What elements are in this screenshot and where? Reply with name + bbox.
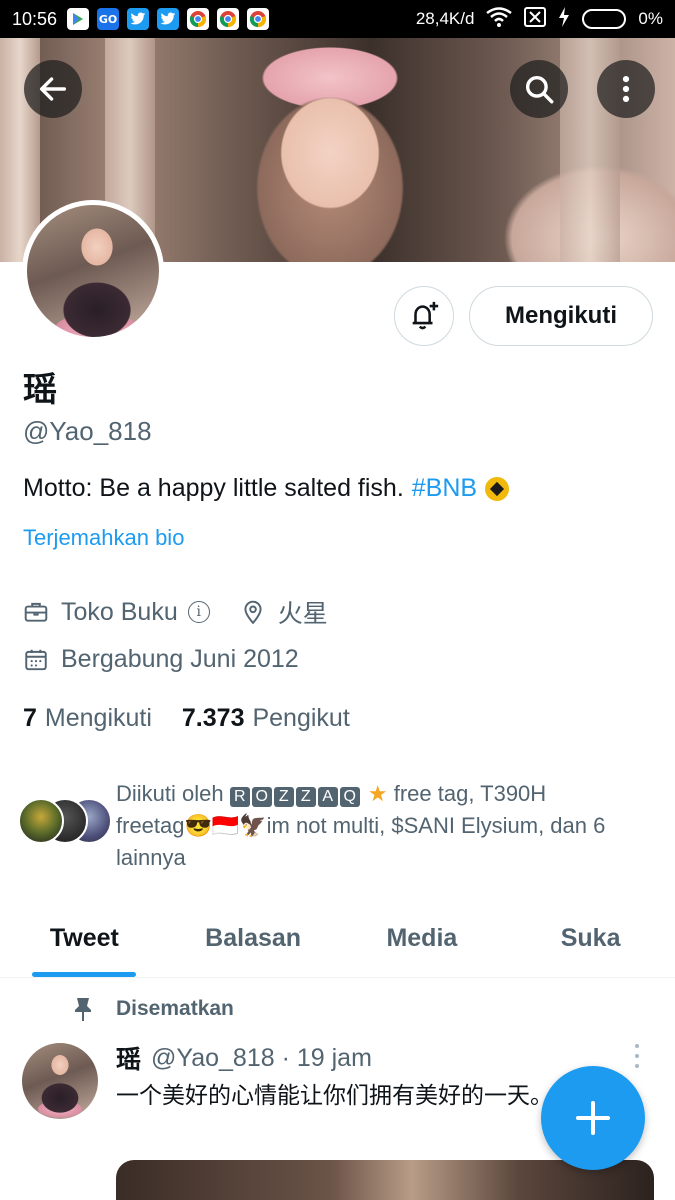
location-pin-icon	[244, 600, 262, 625]
profile-category: Toko Buku	[61, 597, 178, 626]
followed-by-names-3: lainnya	[116, 845, 186, 870]
tweet-header: 瑶 @Yao_818 · 19 jam	[116, 1040, 372, 1076]
tab-replies[interactable]: Balasan	[169, 900, 338, 977]
calendar-icon	[25, 649, 47, 670]
pin-icon	[75, 998, 91, 1021]
followed-by-prefix: Diikuti oleh	[116, 781, 224, 806]
profile-joined-date: Bergabung Juni 2012	[61, 645, 299, 673]
bnb-coin-icon	[485, 476, 510, 501]
twitter-icon	[157, 8, 180, 30]
notification-bell-button[interactable]	[394, 286, 454, 346]
translate-bio-link[interactable]: Terjemahkan bio	[23, 525, 184, 551]
profile-category-row: Toko Buku i 火星	[23, 594, 328, 630]
briefcase-icon	[24, 602, 48, 622]
twitter-icon	[127, 8, 150, 30]
following-button[interactable]: Mengikuti	[469, 286, 653, 346]
boxed-letter: R	[229, 787, 250, 807]
search-icon	[525, 75, 554, 104]
profile-location: 火星	[277, 600, 328, 628]
tweet-text: 一个美好的心情能让你们拥有美好的一天。	[116, 1083, 553, 1109]
tweet-author-meta: @Yao_818 · 19 jam	[151, 1043, 372, 1072]
more-vertical-icon	[622, 75, 630, 103]
followed-by-text: Diikuti oleh ROZZAQ ★ free tag, T390H fr…	[116, 778, 605, 874]
followed-by-names-2: freetag😎🇮🇩🦅im not multi, $SANI Elysium, …	[116, 813, 606, 838]
tab-tweet[interactable]: Tweet	[0, 900, 169, 977]
follow-counts: 7 Mengikuti 7.373 Pengikut	[23, 704, 350, 733]
pinned-label: Disematkan	[116, 997, 234, 1020]
profile-name: 瑶	[23, 370, 57, 410]
charging-icon	[558, 6, 570, 32]
boxed-letter: A	[317, 787, 338, 807]
chrome-icon	[217, 8, 240, 30]
tweet-more-button[interactable]	[628, 1044, 646, 1068]
no-sim-icon	[524, 6, 547, 32]
network-speed: 28,4K/d	[415, 9, 475, 28]
tab-media[interactable]: Media	[338, 900, 507, 977]
status-bar: 10:56 GO 28,4K/d 0%	[0, 0, 675, 38]
profile-joined-row: Bergabung Juni 2012	[23, 645, 299, 674]
boxed-letter: Z	[273, 787, 294, 807]
plus-icon	[576, 1101, 610, 1135]
boxed-letter: Z	[295, 787, 316, 807]
followers-count: 7.373	[181, 704, 245, 732]
bio-text: Motto: Be a happy little salted fish.	[23, 474, 404, 502]
back-button[interactable]	[24, 60, 82, 118]
search-button[interactable]	[510, 60, 568, 118]
status-time: 10:56	[12, 8, 58, 29]
profile-tabs: Tweet Balasan Media Suka	[0, 900, 675, 978]
following-label: Mengikuti	[44, 704, 152, 732]
boxed-letter: O	[251, 787, 272, 807]
boxed-letter: Q	[339, 787, 360, 807]
profile-bio: Motto: Be a happy little salted fish. #B…	[23, 474, 510, 503]
bell-plus-icon	[412, 301, 439, 330]
arrow-left-icon	[39, 77, 67, 101]
followers-label: Pengikut	[252, 704, 350, 732]
followed-by-avatars	[18, 798, 112, 850]
chrome-icon	[247, 8, 270, 30]
info-icon[interactable]: i	[187, 601, 210, 623]
tab-likes[interactable]: Suka	[506, 900, 675, 977]
tweet-author-name: 瑶	[116, 1045, 142, 1074]
compose-tweet-button[interactable]	[541, 1066, 645, 1170]
following-count: 7	[23, 704, 37, 732]
more-options-button[interactable]	[597, 60, 655, 118]
battery-percent: 0%	[638, 9, 663, 28]
tweet-avatar[interactable]	[22, 1043, 98, 1119]
star-icon: ★	[367, 781, 388, 806]
chrome-icon	[187, 8, 210, 30]
battery-icon	[582, 9, 627, 29]
followed-by-names-1: free tag, T390H	[393, 781, 547, 806]
play-store-icon	[67, 8, 90, 30]
following-count-link[interactable]: 7 Mengikuti	[23, 704, 152, 733]
go-icon: GO	[97, 8, 120, 30]
followers-count-link[interactable]: 7.373 Pengikut	[182, 704, 350, 733]
profile-handle: @Yao_818	[23, 416, 152, 446]
followed-by-section[interactable]: Diikuti oleh ROZZAQ ★ free tag, T390H fr…	[18, 778, 663, 874]
pinned-label-row: Disematkan	[72, 996, 234, 1022]
avatar	[18, 798, 64, 844]
wifi-icon	[486, 6, 513, 32]
bio-hashtag-link[interactable]: #BNB	[412, 474, 477, 503]
profile-avatar[interactable]	[22, 200, 164, 342]
